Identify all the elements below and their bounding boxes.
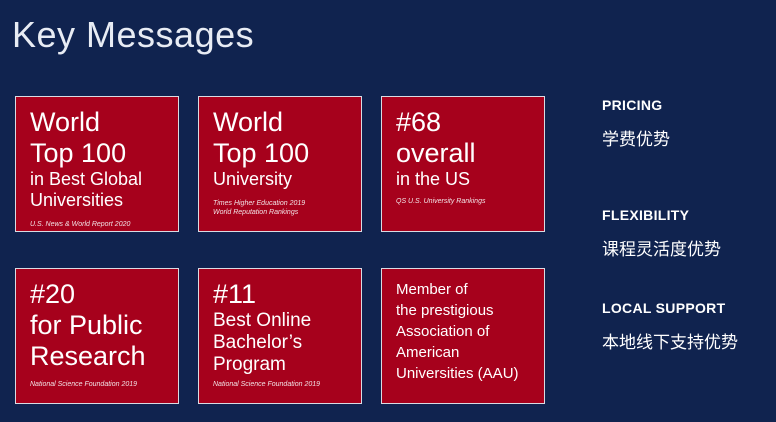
- advantage-chinese: 学费优势: [602, 130, 670, 150]
- card-headline-line: World: [213, 107, 284, 137]
- card-headline-line: #11: [213, 279, 257, 309]
- card-text-line: Association of: [396, 323, 490, 340]
- card-source-line: Times Higher Education 2019: [213, 200, 306, 207]
- advantage-heading: LOCAL SUPPORT: [602, 300, 726, 316]
- card-subtitle-line: in the US: [396, 169, 471, 189]
- card-headline-line: #20: [30, 279, 76, 309]
- card-subtitle-line: Bachelor’s: [213, 332, 303, 353]
- card-source: Times Higher Education 2019 World Reputa…: [213, 199, 351, 217]
- card-subtitle-line: Best Online: [213, 310, 312, 331]
- card-source: U.S. News & World Report 2020: [30, 221, 131, 228]
- card-text-line: the prestigious: [396, 302, 494, 319]
- advantage-chinese: 课程灵活度优势: [602, 240, 721, 260]
- card-source-line: World Reputation Rankings: [213, 209, 299, 216]
- card-text-line: Member of: [396, 281, 468, 298]
- card-headline-line: overall: [396, 138, 476, 168]
- card-subtitle-line: Program: [213, 354, 286, 375]
- card-68-overall: #68 overall in the US QS U.S. University…: [381, 96, 545, 232]
- card-headline-line: Top 100: [213, 138, 310, 168]
- advantage-flexibility: FLEXIBILITY 课程灵活度优势: [602, 207, 721, 260]
- advantage-pricing: PRICING 学费优势: [602, 97, 670, 150]
- card-source: National Science Foundation 2019: [30, 381, 138, 388]
- advantage-heading: FLEXIBILITY: [602, 207, 690, 223]
- card-subtitle-line: University: [213, 169, 293, 189]
- card-source: QS U.S. University Rankings: [396, 198, 486, 205]
- card-text-line: Universities (AAU): [396, 365, 519, 382]
- card-20-public-research: #20 for Public Research National Science…: [15, 268, 179, 404]
- card-world-top-100-university: World Top 100 University Times Higher Ed…: [198, 96, 362, 232]
- card-source: National Science Foundation 2019: [213, 381, 321, 388]
- card-aau-member: Member of the prestigious Association of…: [381, 268, 545, 404]
- advantage-chinese: 本地线下支持优势: [602, 333, 738, 353]
- card-11-best-online: #11 Best Online Bachelor’s Program Natio…: [198, 268, 362, 404]
- card-text-line: American: [396, 344, 460, 361]
- advantage-heading: PRICING: [602, 97, 663, 113]
- card-headline-line: Research: [30, 341, 146, 371]
- card-headline-line: #68: [396, 107, 442, 137]
- card-headline-line: Top 100: [30, 138, 127, 168]
- card-headline-line: World: [30, 107, 101, 137]
- card-subtitle-line: in Best Global: [30, 169, 143, 189]
- slide-title: Key Messages: [12, 14, 255, 55]
- advantage-local-support: LOCAL SUPPORT 本地线下支持优势: [602, 300, 738, 353]
- card-subtitle-line: Universities: [30, 190, 124, 210]
- card-headline-line: for Public: [30, 310, 143, 340]
- card-world-top-100-global: World Top 100 in Best Global Universitie…: [15, 96, 179, 232]
